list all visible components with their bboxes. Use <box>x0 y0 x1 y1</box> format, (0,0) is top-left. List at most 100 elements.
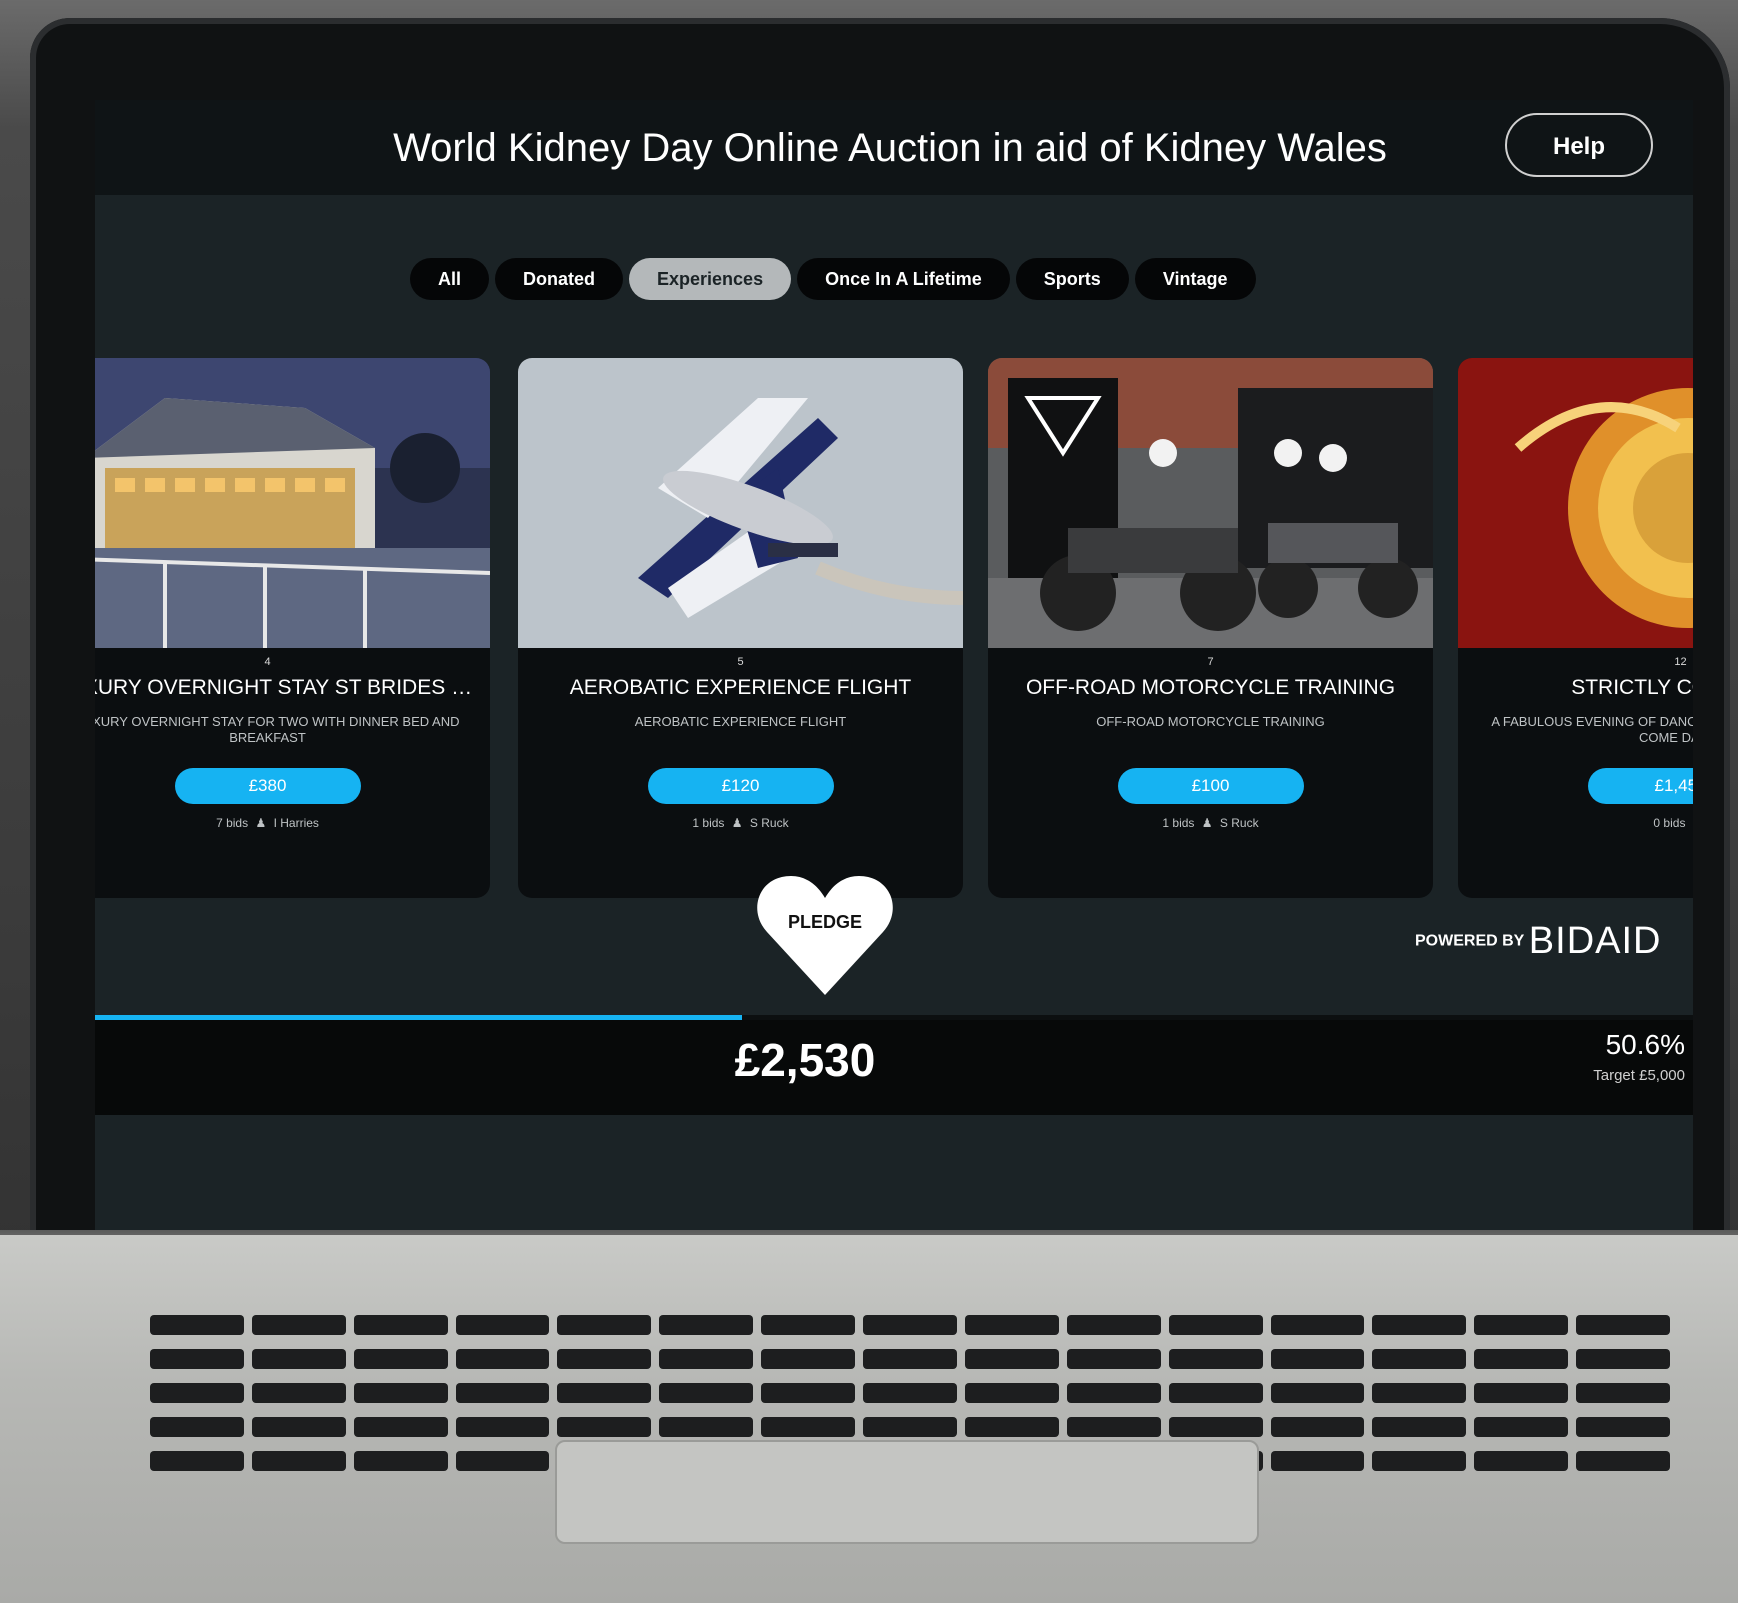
laptop-trackpad <box>555 1440 1259 1544</box>
tab-donated[interactable]: Donated <box>495 258 624 300</box>
keyboard-key <box>557 1417 652 1437</box>
bid-button[interactable]: £120 <box>647 768 834 804</box>
lot-card[interactable]: 7 OFF-ROAD MOTORCYCLE TRAINING OFF-ROAD … <box>988 358 1433 898</box>
target-percent: 50.6% <box>1605 1029 1685 1060</box>
keyboard-key <box>353 1349 448 1369</box>
keyboard-key <box>1576 1417 1670 1437</box>
fundraising-footer: £2,530 50.6% Target £5,000 <box>95 1015 1693 1115</box>
keyboard-key <box>761 1349 856 1369</box>
lot-title: OFF-ROAD MOTORCYCLE TRAINING <box>1025 676 1396 699</box>
tab-once-in-a-lifetime[interactable]: Once In A Lifetime <box>797 258 1010 300</box>
lot-title: LUXURY OVERNIGHT STAY ST BRIDES HO... <box>95 676 478 699</box>
lot-title: STRICTLY COME DAN <box>1571 676 1693 699</box>
keyboard-key <box>150 1315 244 1335</box>
bid-count: 1 bids <box>692 816 725 830</box>
keyboard-key <box>150 1451 244 1471</box>
keyboard-key <box>455 1417 550 1437</box>
powered-by-text: POWERED BY <box>1415 932 1525 950</box>
amount-raised: £2,530 <box>734 1034 876 1086</box>
target-amount: Target £5,000 <box>1593 1067 1685 1084</box>
lot-description: OFF-ROAD MOTORCYCLE TRAINING <box>1096 714 1325 729</box>
keyboard-key <box>1168 1349 1263 1369</box>
tab-vintage[interactable]: Vintage <box>1134 258 1256 300</box>
bid-button[interactable]: £1,450 <box>1587 768 1693 804</box>
bid-meta: 1 bids ♟ S Ruck <box>988 816 1433 830</box>
tab-all[interactable]: All <box>410 258 490 300</box>
bid-button[interactable]: £380 <box>174 768 361 804</box>
heart-icon <box>757 876 893 995</box>
lot-number: 5 <box>737 656 744 668</box>
lot-number: 4 <box>264 656 271 668</box>
hotel-photo <box>95 358 490 648</box>
lot-description: AEROBATIC EXPERIENCE FLIGHT <box>634 714 847 729</box>
keyboard-key <box>1168 1383 1263 1403</box>
keyboard-key <box>1576 1451 1670 1471</box>
bid-meta: 1 bids ♟ S Ruck <box>518 816 963 830</box>
motorcycle-photo <box>988 358 1433 648</box>
strictly-photo <box>1458 358 1693 648</box>
keyboard-key <box>1372 1349 1467 1369</box>
keyboard-key <box>455 1349 550 1369</box>
keyboard-key <box>1066 1383 1161 1403</box>
keyboard-key <box>1066 1315 1161 1335</box>
keyboard-key <box>1576 1315 1670 1335</box>
auction-screen: World Kidney Day Online Auction in aid o… <box>95 100 1693 1230</box>
lot-number: 12 <box>1674 656 1687 668</box>
keyboard-key <box>251 1417 346 1437</box>
pledge-label: PLEDGE <box>787 912 862 932</box>
keyboard-key <box>1270 1417 1365 1437</box>
keyboard-key <box>1474 1451 1569 1471</box>
lot-card[interactable]: 5 AEROBATIC EXPERIENCE FLIGHT AEROBATIC … <box>518 358 963 898</box>
pledge-button[interactable]: PLEDGE <box>755 870 895 1000</box>
keyboard-key <box>761 1383 856 1403</box>
keyboard-key <box>251 1349 346 1369</box>
keyboard-key <box>1576 1349 1670 1369</box>
keyboard-key <box>863 1417 957 1437</box>
keyboard-key <box>964 1315 1059 1335</box>
keyboard-key <box>659 1349 754 1369</box>
keyboard-key <box>761 1315 856 1335</box>
keyboard-key <box>1270 1451 1365 1471</box>
bid-button[interactable]: £100 <box>1117 768 1304 804</box>
keyboard-key <box>150 1417 244 1437</box>
keyboard-key <box>1270 1315 1365 1335</box>
biplane-photo <box>518 358 963 648</box>
keyboard-key <box>455 1315 550 1335</box>
lot-card[interactable]: 4 LUXURY OVERNIGHT STAY ST BRIDES HO... … <box>95 358 490 898</box>
tab-experiences[interactable]: Experiences <box>629 258 792 300</box>
keyboard-key <box>455 1451 550 1471</box>
keyboard-key <box>1474 1417 1569 1437</box>
lot-card[interactable]: 12 STRICTLY COME DAN A FABULOUS EVENING … <box>1458 358 1693 898</box>
keyboard-key <box>761 1417 856 1437</box>
user-icon: ♟ <box>731 816 743 830</box>
lot-title: AEROBATIC EXPERIENCE FLIGHT <box>569 676 912 699</box>
keyboard-key <box>1474 1315 1569 1335</box>
bid-count: 7 bids <box>216 816 249 830</box>
tab-sports[interactable]: Sports <box>1015 258 1129 300</box>
keyboard-key <box>1372 1417 1467 1437</box>
keyboard-key <box>557 1349 652 1369</box>
keyboard-key <box>1372 1315 1467 1335</box>
keyboard-key <box>659 1315 754 1335</box>
bidaid-brand: BIDAID <box>1528 920 1662 962</box>
keyboard-key <box>1474 1349 1569 1369</box>
site-header: World Kidney Day Online Auction in aid o… <box>95 100 1693 195</box>
keyboard-key <box>455 1383 550 1403</box>
keyboard-key <box>1066 1349 1161 1369</box>
keyboard-key <box>150 1349 244 1369</box>
keyboard-key <box>1576 1383 1670 1403</box>
help-button[interactable]: Help <box>1505 113 1653 177</box>
keyboard-key <box>964 1383 1059 1403</box>
user-icon: ♟ <box>1201 816 1213 830</box>
keyboard-key <box>964 1349 1059 1369</box>
keyboard-key <box>1168 1315 1263 1335</box>
keyboard-key <box>1372 1451 1467 1471</box>
keyboard-key <box>353 1383 448 1403</box>
powered-by-logo: POWERED BY BIDAID <box>1415 920 1662 963</box>
keyboard-key <box>1270 1383 1365 1403</box>
keyboard-key <box>1066 1417 1161 1437</box>
keyboard-key <box>353 1417 448 1437</box>
bid-meta: 7 bids ♟ I Harries <box>95 816 490 830</box>
progress-track <box>95 1015 1693 1020</box>
bid-count: 0 bids <box>1653 816 1686 830</box>
